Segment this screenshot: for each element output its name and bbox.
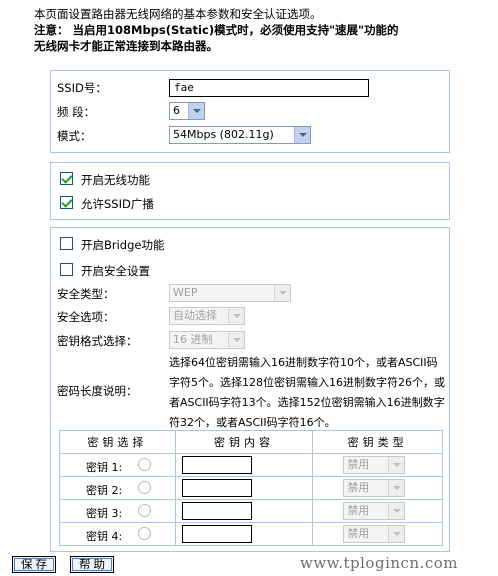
security-option-select[interactable]: 自动选择	[169, 307, 245, 325]
key-4-type-select[interactable]: 禁用	[343, 525, 406, 543]
key-table: 密钥选择 密钥内容 密钥类型 密钥 1: 禁用 密钥 2: 禁用 密钥 3: 禁…	[59, 430, 443, 546]
mode-select[interactable]: 54Mbps (802.11g)	[169, 126, 311, 144]
key-format-label: 密钥格式选择：	[57, 334, 138, 348]
key-4-label: 密钥 4:	[86, 530, 123, 543]
key-format-value: 16 进制	[173, 333, 213, 346]
table-row: 密钥 2: 禁用	[59, 476, 443, 500]
chevron-down-icon	[294, 127, 310, 143]
key-3-type-select[interactable]: 禁用	[343, 502, 406, 520]
chevron-down-icon	[228, 332, 244, 348]
chevron-down-icon	[228, 308, 244, 324]
security-label: 开启安全设置	[81, 264, 150, 278]
chevron-down-icon	[388, 503, 405, 519]
key-type-header: 密钥类型	[312, 430, 443, 454]
bridge-label: 开启Bridge功能	[81, 238, 165, 252]
save-button[interactable]: 保存	[12, 556, 56, 573]
security-checkbox[interactable]	[60, 263, 73, 276]
key-length-label: 密码长度说明：	[57, 384, 138, 398]
key-2-input[interactable]	[181, 479, 252, 497]
security-type-label: 安全类型：	[57, 287, 115, 301]
notice-line-3: 无线网卡才能正常连接到本路由器。	[34, 39, 218, 53]
mode-label: 模式：	[57, 129, 92, 143]
security-option-value: 自动选择	[173, 309, 217, 322]
ssid-broadcast-label: 允许SSID广播	[81, 197, 154, 211]
security-panel: 开启Bridge功能 开启安全设置 安全类型： WEP 安全选项： 自动选择 密…	[50, 227, 450, 552]
key-table-header: 密钥选择 密钥内容 密钥类型	[59, 430, 443, 454]
ssid-broadcast-checkbox[interactable]	[60, 196, 73, 209]
channel-label: 频 段：	[57, 105, 96, 119]
help-button[interactable]: 帮助	[70, 556, 114, 573]
basic-settings-panel: SSID号： fae 频 段： 6 模式： 54Mbps (802.11g)	[50, 70, 450, 153]
key-1-radio[interactable]	[138, 458, 151, 471]
bridge-checkbox[interactable]	[60, 237, 73, 250]
key-3-type-value: 禁用	[347, 504, 370, 517]
wireless-enable-checkbox[interactable]	[60, 172, 73, 185]
channel-value: 6	[173, 104, 180, 117]
ssid-label: SSID号：	[57, 81, 107, 95]
key-2-type-select[interactable]: 禁用	[343, 479, 406, 497]
table-row: 密钥 3: 禁用	[59, 499, 443, 523]
key-2-label: 密钥 2:	[86, 484, 123, 497]
table-row: 密钥 1: 禁用	[59, 453, 443, 477]
table-row: 密钥 4: 禁用	[59, 522, 443, 546]
notice-line-1: 本页面设置路由器无线网络的基本参数和安全认证选项。	[34, 7, 322, 21]
key-1-type-select[interactable]: 禁用	[343, 456, 406, 474]
key-select-header: 密钥选择	[59, 430, 176, 454]
chevron-down-icon	[388, 526, 405, 542]
notice-text: 本页面设置路由器无线网络的基本参数和安全认证选项。 注意： 当启用108Mbps…	[34, 6, 474, 54]
wireless-switches-panel: 开启无线功能 允许SSID广播	[50, 162, 450, 220]
key-content-header: 密钥内容	[174, 430, 314, 454]
channel-select[interactable]: 6	[169, 102, 205, 120]
key-3-radio[interactable]	[138, 504, 151, 517]
ssid-input[interactable]: fae	[169, 79, 369, 97]
key-2-type-value: 禁用	[347, 481, 370, 494]
key-3-input[interactable]	[181, 502, 252, 520]
watermark-text: www.tplogincn.com	[300, 554, 459, 572]
chevron-down-icon	[274, 285, 290, 301]
key-length-description: 选择64位密钥需输入16进制数字符10个，或者ASCII码字符5个。选择128位…	[169, 356, 445, 429]
key-1-type-value: 禁用	[347, 458, 370, 471]
security-option-label: 安全选项：	[57, 310, 115, 324]
chevron-down-icon	[188, 103, 204, 119]
notice-line-2: 注意： 当启用108Mbps(Static)模式时，必须使用支持"速展"功能的	[34, 23, 399, 37]
key-2-radio[interactable]	[138, 481, 151, 494]
security-type-select[interactable]: WEP	[169, 284, 291, 302]
security-type-value: WEP	[173, 286, 198, 299]
key-4-input[interactable]	[181, 525, 252, 543]
key-1-label: 密钥 1:	[86, 461, 123, 474]
key-3-label: 密钥 3:	[86, 507, 123, 520]
wireless-enable-label: 开启无线功能	[81, 173, 150, 187]
key-1-input[interactable]	[181, 456, 252, 474]
key-4-radio[interactable]	[138, 527, 151, 540]
chevron-down-icon	[388, 480, 405, 496]
key-format-select[interactable]: 16 进制	[169, 331, 245, 349]
chevron-down-icon	[388, 457, 405, 473]
mode-value: 54Mbps (802.11g)	[173, 128, 274, 141]
key-4-type-value: 禁用	[347, 527, 370, 540]
